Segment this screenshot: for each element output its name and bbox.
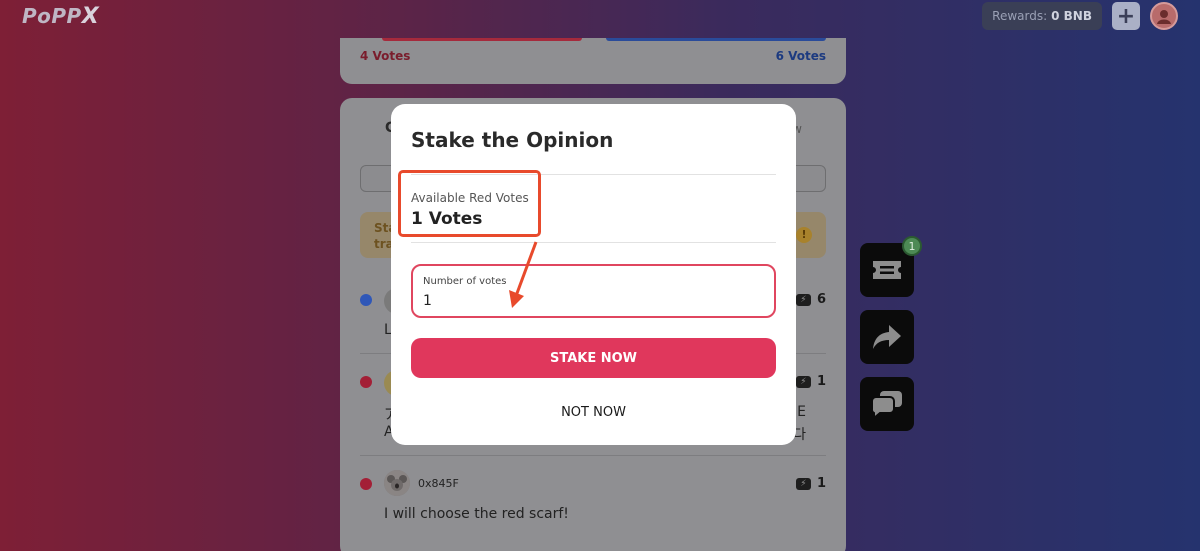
rewards-badge[interactable]: Rewards: 0 BNB	[982, 2, 1102, 30]
red-team-dot	[360, 376, 372, 388]
stake-value: 6	[816, 292, 826, 307]
modal-title: Stake the Opinion	[411, 128, 614, 152]
divider	[411, 242, 776, 243]
red-votes-count: 4 Votes	[360, 49, 411, 63]
comment-text-right-1: E	[797, 404, 806, 420]
app-logo[interactable]: PoPPX	[22, 4, 99, 29]
warning-icon: !	[796, 227, 812, 243]
red-team-dot	[360, 478, 372, 490]
bolt-icon: ⚡	[795, 293, 811, 306]
red-vote-bar	[382, 38, 582, 41]
annotation-highlight-box	[398, 170, 541, 237]
bolt-icon: ⚡	[795, 477, 811, 490]
ticket-count-badge: 1	[902, 236, 922, 256]
rewards-label: Rewards:	[992, 9, 1048, 23]
bolt-icon: ⚡	[795, 375, 811, 388]
create-button[interactable]: +	[1112, 2, 1140, 30]
poll-summary-card: 4 Votes 6 Votes	[340, 38, 846, 84]
stake-value: 1	[816, 374, 826, 389]
stake-count: ⚡ 1	[795, 476, 826, 491]
stake-now-button[interactable]: STAKE NOW	[411, 338, 776, 378]
user-avatar[interactable]	[1150, 2, 1178, 30]
comment-author[interactable]: 0x845F	[418, 477, 459, 490]
stake-count: ⚡ 6	[795, 292, 826, 307]
rewards-value: 0 BNB	[1051, 9, 1092, 23]
share-arrow-icon	[873, 325, 901, 349]
blue-team-dot	[360, 294, 372, 306]
stake-modal: Stake the Opinion Available Red Votes 1 …	[391, 104, 796, 445]
stake-count: ⚡ 1	[795, 374, 826, 389]
koala-avatar-icon	[384, 470, 410, 496]
comment-text: I will choose the red scarf!	[384, 506, 569, 522]
share-button[interactable]	[860, 310, 914, 364]
stake-value: 1	[816, 476, 826, 491]
votes-input[interactable]	[423, 291, 753, 311]
blue-vote-bar	[606, 38, 826, 41]
votes-input-label: Number of votes	[423, 276, 507, 287]
not-now-button[interactable]: NOT NOW	[411, 398, 776, 426]
blue-votes-count: 6 Votes	[775, 49, 826, 63]
chat-button[interactable]	[860, 377, 914, 431]
avatar[interactable]	[384, 470, 410, 496]
logo-text: PoPP	[22, 4, 82, 28]
divider	[360, 455, 826, 456]
ticket-icon	[873, 261, 901, 279]
header-actions: Rewards: 0 BNB +	[982, 2, 1178, 30]
logo-x: X	[81, 4, 100, 29]
chat-bubbles-icon	[870, 391, 902, 419]
votes-input-container[interactable]: Number of votes	[411, 264, 776, 318]
user-avatar-icon	[1157, 10, 1171, 24]
